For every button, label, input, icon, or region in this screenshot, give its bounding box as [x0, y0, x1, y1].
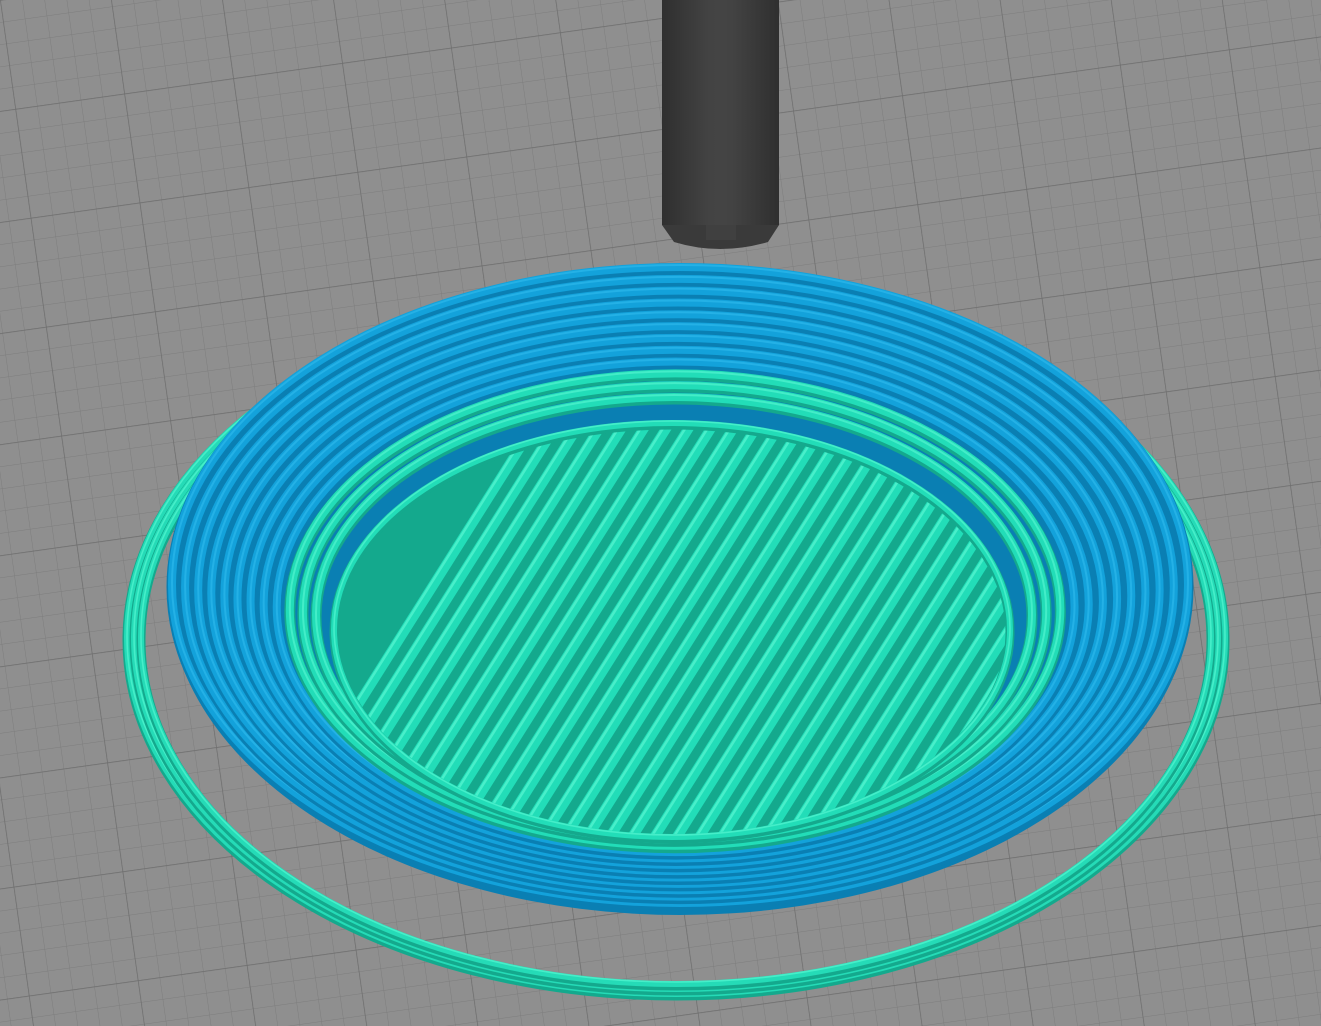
- 3d-viewport[interactable]: [0, 0, 1321, 1026]
- nozzle-highlight: [706, 0, 736, 240]
- print-nozzle-icon: [662, 0, 779, 249]
